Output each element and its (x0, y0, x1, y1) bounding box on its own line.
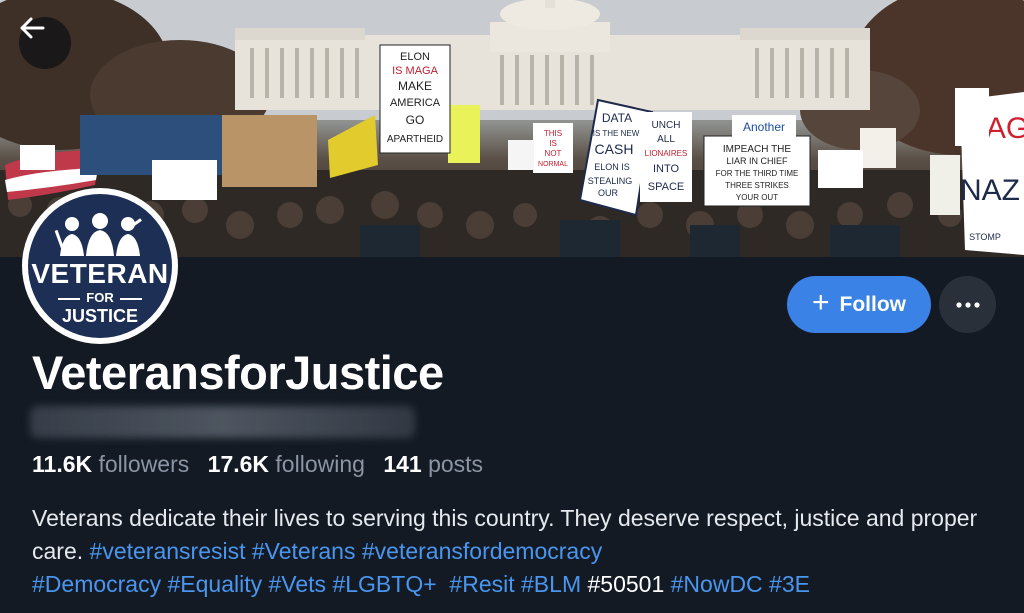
svg-text:LIAR IN CHIEF: LIAR IN CHIEF (726, 156, 788, 166)
hashtag-link[interactable]: #3E (769, 571, 810, 597)
follow-button[interactable]: + Follow (787, 276, 931, 333)
svg-text:NORMAL: NORMAL (538, 161, 568, 168)
display-name: VeteransforJustice (32, 346, 444, 399)
plus-icon: + (811, 286, 830, 319)
svg-text:ELON: ELON (400, 51, 430, 63)
avatar-logo: VETERAN FOR JUSTICE (28, 194, 172, 338)
svg-text:UNCH: UNCH (652, 120, 681, 131)
svg-text:YOUR OUT: YOUR OUT (736, 193, 778, 202)
arrow-left-icon (20, 17, 45, 39)
svg-text:GO: GO (406, 113, 425, 127)
svg-text:THIS: THIS (544, 129, 562, 138)
svg-text:ELON IS: ELON IS (594, 162, 630, 172)
hashtag-link[interactable]: #Equality (168, 571, 263, 597)
svg-text:ALL: ALL (657, 134, 675, 145)
hashtag-text-plain: #50501 (587, 571, 665, 597)
followers-link[interactable]: 11.6K followers (32, 451, 196, 477)
posts-label: posts (428, 451, 484, 477)
svg-text:NOT: NOT (545, 149, 562, 158)
blurred-handle (30, 406, 415, 438)
svg-text:NAZ: NAZ (960, 174, 1020, 207)
hashtag-link[interactable]: #Vets (269, 571, 327, 597)
followers-label: followers (98, 451, 190, 477)
svg-text:IMPEACH THE: IMPEACH THE (723, 144, 791, 155)
hashtag-link[interactable]: #LGBTQ+ (332, 571, 436, 597)
profile-bio: Veterans dedicate their lives to serving… (32, 502, 1002, 601)
svg-text:IS MAGA: IS MAGA (392, 65, 439, 77)
avatar-title: VETERAN (31, 258, 169, 289)
svg-text:THREE STRIKES: THREE STRIKES (725, 181, 789, 190)
hashtag-link[interactable]: #veteransfordemocracy (362, 538, 602, 564)
hashtag-link[interactable]: #Resit (449, 571, 514, 597)
profile-stats: 11.6K followers 17.6K following 141 post… (32, 451, 495, 478)
profile-page: ELON IS MAGA MAKE AMERICA GO APARTHEID T… (0, 0, 1024, 613)
svg-text:IS THE NEW: IS THE NEW (593, 129, 640, 138)
avatar-subtitle: JUSTICE (61, 306, 139, 326)
hashtag-link[interactable]: #BLM (521, 571, 581, 597)
following-link[interactable]: 17.6K following (208, 451, 372, 477)
ellipsis-icon (955, 301, 980, 308)
follow-label: Follow (839, 292, 907, 316)
svg-text:DATA: DATA (602, 111, 632, 125)
profile-avatar[interactable]: VETERAN FOR JUSTICE (22, 188, 178, 344)
svg-text:INTO: INTO (653, 163, 680, 175)
svg-text:APARTHEID: APARTHEID (387, 134, 443, 145)
svg-text:IS: IS (549, 139, 557, 148)
svg-text:OUR: OUR (598, 188, 619, 198)
svg-text:Another: Another (743, 120, 785, 134)
following-label: following (275, 451, 365, 477)
soldiers-silhouette-icon (54, 213, 142, 256)
svg-text:SPACE: SPACE (648, 181, 684, 193)
avatar-for: FOR (28, 290, 172, 305)
svg-text:FOR THE THIRD TIME: FOR THE THIRD TIME (716, 169, 799, 178)
svg-text:STOMP: STOMP (969, 232, 1001, 242)
svg-text:AMERICA: AMERICA (390, 97, 441, 109)
posts-link[interactable]: 141 posts (383, 451, 483, 477)
back-button[interactable] (19, 17, 71, 69)
svg-text:CASH: CASH (595, 141, 634, 157)
hashtag-link[interactable]: #veteransresist (90, 538, 246, 564)
svg-text:STEALING: STEALING (588, 176, 633, 186)
following-count: 17.6K (207, 451, 270, 477)
followers-count: 11.6K (32, 451, 93, 477)
more-options-button[interactable] (939, 276, 996, 333)
hashtag-link[interactable]: #Veterans (252, 538, 356, 564)
hashtag-link[interactable]: #NowDC (671, 571, 763, 597)
posts-count: 141 (383, 451, 422, 477)
svg-text:LIONAIRES: LIONAIRES (645, 149, 688, 158)
hashtag-link[interactable]: #Democracy (32, 571, 161, 597)
svg-text:MAKE: MAKE (398, 79, 432, 93)
